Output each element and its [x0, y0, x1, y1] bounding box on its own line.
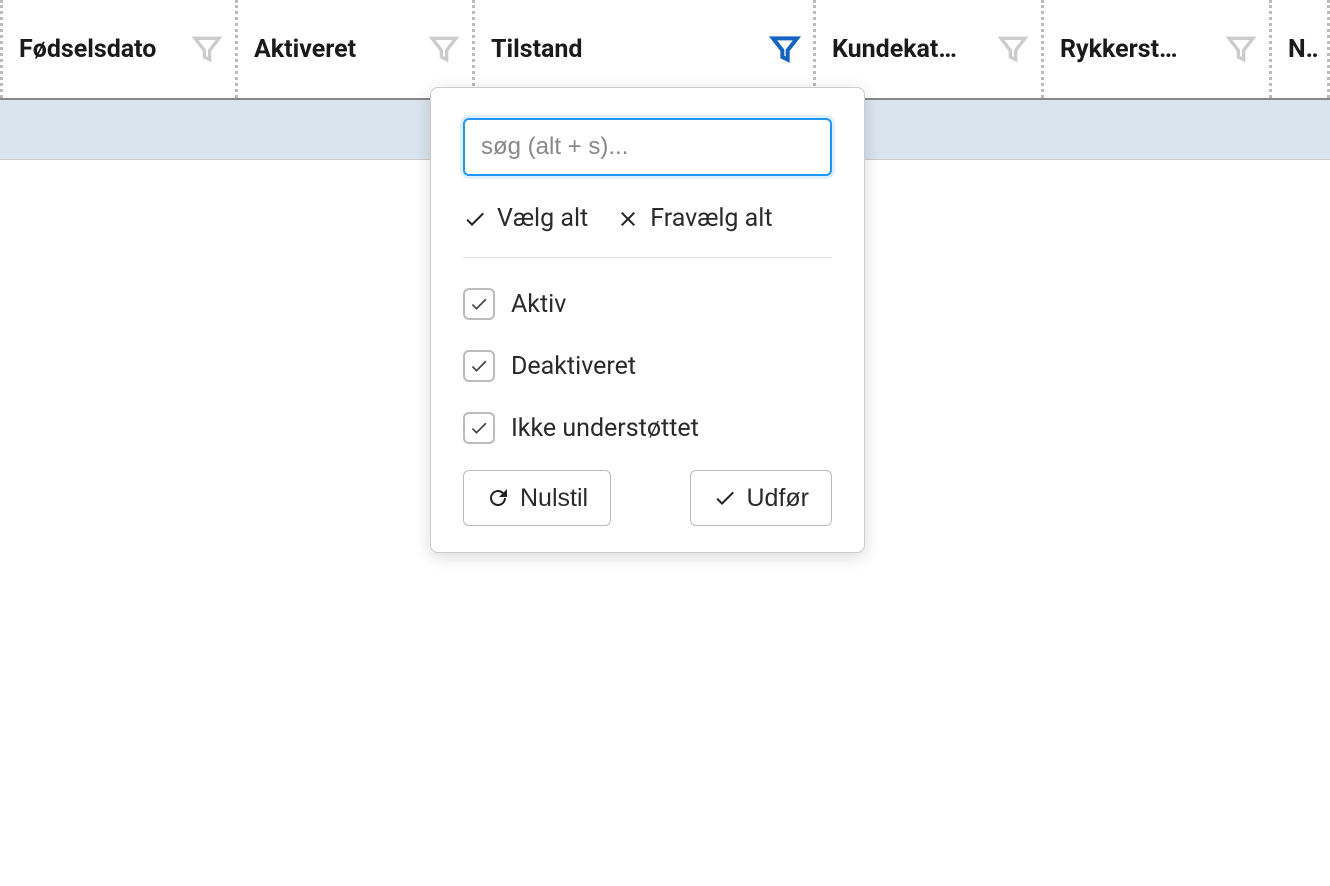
- select-actions: Vælg alt Fravælg alt: [463, 204, 832, 258]
- filter-icon[interactable]: [424, 29, 464, 69]
- select-all-button[interactable]: Vælg alt: [463, 204, 588, 233]
- deselect-all-label: Fravælg alt: [650, 204, 772, 233]
- check-icon: [713, 486, 737, 510]
- column-header-tilstand[interactable]: Tilstand: [475, 0, 816, 98]
- refresh-icon: [486, 486, 510, 510]
- column-label: Fødselsdato: [19, 35, 156, 64]
- column-header-rykkerst[interactable]: Rykkerst…: [1044, 0, 1272, 98]
- checkbox-label: Ikke understøttet: [511, 414, 699, 443]
- apply-button[interactable]: Udfør: [690, 470, 833, 526]
- filter-icon[interactable]: [187, 29, 227, 69]
- column-label: Tilstand: [491, 35, 583, 64]
- checkbox-item-deaktiveret[interactable]: Deaktiveret: [463, 350, 832, 382]
- checkbox[interactable]: [463, 288, 495, 320]
- filter-icon[interactable]: [993, 29, 1033, 69]
- checkbox-list: Aktiv Deaktiveret Ikke understøttet: [463, 288, 832, 444]
- column-label: Rykkerst…: [1060, 35, 1178, 64]
- column-label: Aktiveret: [254, 35, 356, 64]
- column-label: Kundekat…: [832, 35, 957, 64]
- close-icon: [616, 207, 640, 231]
- column-label: Næs: [1288, 35, 1319, 64]
- check-icon: [469, 356, 489, 376]
- column-header-naes[interactable]: Næs: [1272, 0, 1330, 98]
- checkbox-label: Deaktiveret: [511, 352, 636, 381]
- filter-icon[interactable]: [1221, 29, 1261, 69]
- column-header-aktiveret[interactable]: Aktiveret: [238, 0, 475, 98]
- checkbox[interactable]: [463, 350, 495, 382]
- checkbox[interactable]: [463, 412, 495, 444]
- table-header: Fødselsdato Aktiveret Tilstand Kundekat……: [0, 0, 1330, 100]
- reset-button-label: Nulstil: [520, 484, 588, 513]
- deselect-all-button[interactable]: Fravælg alt: [616, 204, 772, 233]
- select-all-label: Vælg alt: [497, 204, 588, 233]
- check-icon: [469, 294, 489, 314]
- search-input[interactable]: [463, 118, 832, 176]
- filter-icon[interactable]: [765, 29, 805, 69]
- apply-button-label: Udfør: [747, 484, 810, 513]
- checkbox-item-ikke-understottet[interactable]: Ikke understøttet: [463, 412, 832, 444]
- column-header-kundekat[interactable]: Kundekat…: [816, 0, 1044, 98]
- check-icon: [469, 418, 489, 438]
- popup-buttons: Nulstil Udfør: [463, 470, 832, 526]
- reset-button[interactable]: Nulstil: [463, 470, 611, 526]
- checkbox-item-aktiv[interactable]: Aktiv: [463, 288, 832, 320]
- column-header-fodselsdato[interactable]: Fødselsdato: [0, 0, 238, 98]
- filter-popup: Vælg alt Fravælg alt Aktiv Deaktiveret I…: [430, 87, 865, 553]
- check-icon: [463, 207, 487, 231]
- checkbox-label: Aktiv: [511, 290, 566, 319]
